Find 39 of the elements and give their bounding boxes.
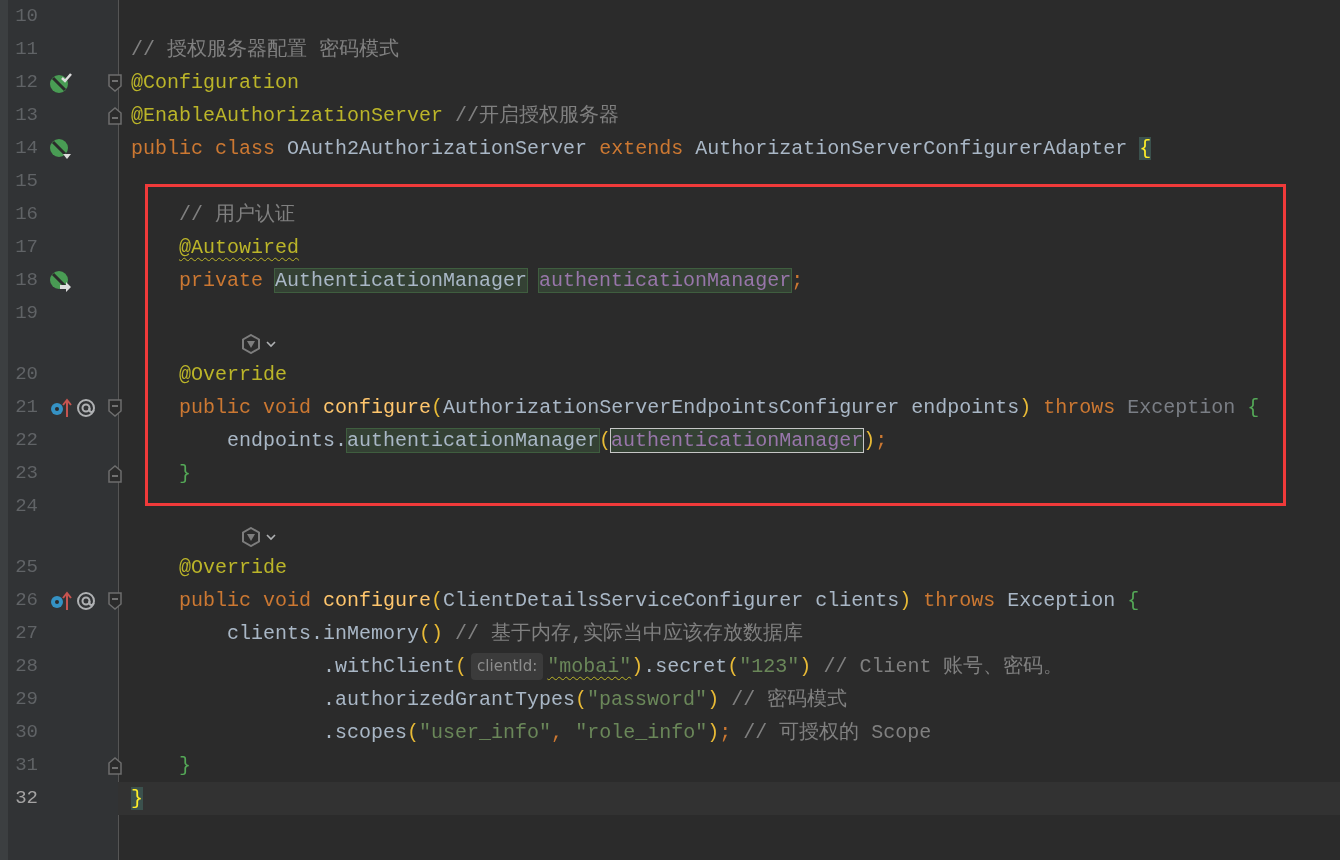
code-text: public void configure(AuthorizationServerEndpointsConfigurer endpoints) throws Exception { <box>178 394 1260 421</box>
inlay-hint: clientId: <box>471 653 544 680</box>
bean-down-icon[interactable] <box>50 137 72 160</box>
code-text: "mobai").secret("123") // Client 账号、密码。 <box>547 653 1064 680</box>
code-text: } <box>178 752 192 779</box>
code-text: // 授权服务器配置 密码模式 <box>131 36 399 63</box>
fold-marker-icon[interactable] <box>108 591 122 610</box>
code-text: clients.inMemory() // 基于内存,实际当中应该存放数据库 <box>226 620 804 647</box>
code-text: @EnableAuthorizationServer //开启授权服务器 <box>131 102 620 129</box>
chevron-down-icon[interactable] <box>265 532 277 542</box>
code-text: endpoints.authenticationManager(authenticationManager); <box>226 427 888 454</box>
hexagon-icon[interactable] <box>241 334 261 354</box>
code-text: @Override <box>178 554 288 581</box>
code-text: } <box>131 785 143 812</box>
code-text: @Override <box>178 361 288 388</box>
line-number: 32 <box>14 786 38 812</box>
fold-marker-icon[interactable] <box>108 464 122 483</box>
fold-marker-icon[interactable] <box>108 106 122 125</box>
code-text: } <box>178 460 192 487</box>
chevron-down-icon[interactable] <box>265 339 277 349</box>
bean-arrow-icon[interactable] <box>50 269 72 292</box>
code-text: .withClient( <box>322 653 468 680</box>
bean-check-icon[interactable] <box>50 71 72 94</box>
code-text: .scopes("user_info", "role_info"); // 可授权的 Scope <box>322 719 932 746</box>
override-icon[interactable] <box>50 396 72 419</box>
at-sign-icon[interactable] <box>76 396 96 419</box>
fold-marker-icon[interactable] <box>108 398 122 417</box>
code-text: @Configuration <box>131 69 300 96</box>
code-text: public class OAuth2AuthorizationServer extends AuthorizationServerConfigurerAdapter { <box>131 135 1152 162</box>
fold-marker-icon[interactable] <box>108 756 122 775</box>
code-text: // 用户认证 <box>178 201 296 228</box>
at-sign-icon[interactable] <box>76 589 96 612</box>
override-icon[interactable] <box>50 589 72 612</box>
code-text: private AuthenticationManager authenticationManager; <box>178 267 804 294</box>
fold-marker-icon[interactable] <box>108 73 122 92</box>
code-text: .authorizedGrantTypes("password") // 密码模式 <box>322 686 848 713</box>
hexagon-icon[interactable] <box>241 527 261 547</box>
code-text: public void configure(ClientDetailsServiceConfigurer clients) throws Exception { <box>178 587 1140 614</box>
code-text: @Autowired <box>178 234 300 261</box>
